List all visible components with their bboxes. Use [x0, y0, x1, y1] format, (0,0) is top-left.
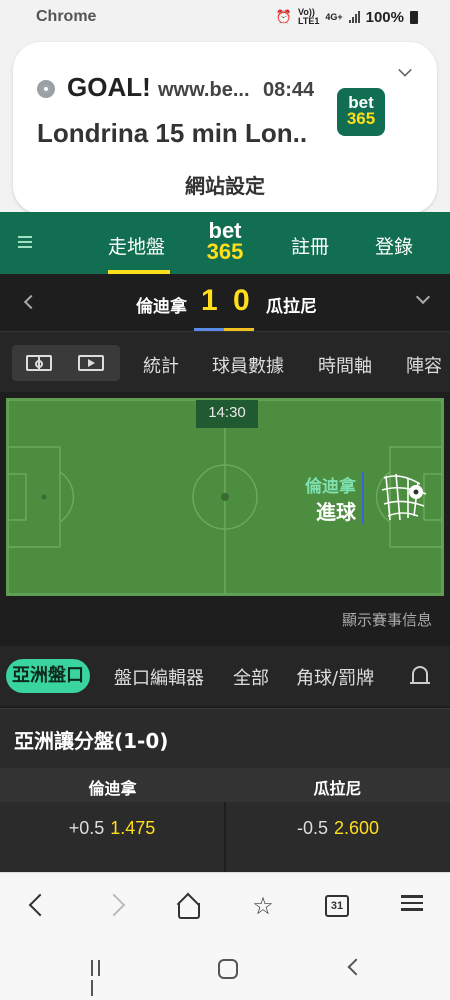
away-handicap: -0.5	[296, 818, 328, 838]
browser-home-icon[interactable]	[174, 893, 200, 919]
home-team: 倫迪拿	[136, 297, 187, 317]
market-column-headers: 倫迪拿 瓜拉尼	[0, 768, 450, 802]
column-home: 倫迪拿	[88, 779, 137, 798]
recent-apps-icon[interactable]	[91, 960, 111, 996]
browser-back-icon[interactable]	[24, 893, 50, 919]
away-color-bar	[224, 328, 254, 331]
system-home-icon[interactable]	[218, 959, 238, 979]
tab-lineup[interactable]: 陣容	[406, 352, 442, 378]
notification-body: Londrina 15 min Lon..	[37, 118, 308, 148]
volte-indicator: Vo)) LTE1	[298, 7, 320, 26]
score-bar: 倫迪拿 1 0 瓜拉尼	[0, 274, 450, 332]
system-navigation	[0, 938, 450, 1000]
bet365-notification-logo: bet 365	[337, 88, 385, 136]
show-match-info-link[interactable]: 顯示賽事信息	[342, 609, 432, 630]
tab-all[interactable]: 全部	[233, 664, 269, 690]
battery-icon	[410, 10, 418, 24]
battery-level: 100%	[365, 8, 404, 26]
bell-icon[interactable]	[410, 666, 430, 684]
browser-menu-icon[interactable]	[399, 891, 425, 917]
alarm-icon: ⏰	[275, 9, 293, 24]
tab-player-stats[interactable]: 球員數據	[212, 352, 284, 378]
browser-forward-icon[interactable]	[104, 893, 130, 919]
column-away: 瓜拉尼	[313, 779, 362, 798]
signal-icon	[348, 11, 360, 23]
market-title: 亞洲讓分盤(1-0)	[14, 729, 169, 753]
odds-row: +0.5 1.475 -0.5 2.600	[0, 802, 450, 872]
away-score: 0	[233, 284, 250, 317]
nav-register[interactable]: 註冊	[291, 232, 329, 259]
away-odds-button[interactable]: -0.5 2.600	[226, 818, 450, 839]
status-bar: Chrome ⏰ Vo)) LTE1 4G+ 100%	[0, 0, 450, 34]
notification-time: 08:44	[263, 79, 315, 101]
status-app-name: Chrome	[36, 8, 97, 25]
home-color-bar	[194, 328, 224, 331]
tab-bet-builder[interactable]: 盤口編輯器	[114, 664, 204, 690]
hamburger-menu-icon[interactable]	[18, 236, 32, 251]
goal-notification[interactable]: GOAL! www.be... 08:44 bet 365 Londrina 1…	[13, 42, 437, 214]
home-odds-button[interactable]: +0.5 1.475	[0, 818, 224, 839]
tab-corners-cards[interactable]: 角球/罰牌	[296, 664, 374, 690]
away-team: 瓜拉尼	[266, 297, 317, 317]
show-match-info: 顯示賽事信息	[0, 598, 450, 644]
match-tabs: 統計 球員數據 時間軸 陣容	[0, 332, 450, 392]
pitch-lines	[8, 400, 442, 594]
nav-live[interactable]: 走地盤	[108, 232, 165, 259]
notification-site: www.be...	[158, 79, 250, 101]
event-team: 倫迪拿	[305, 477, 356, 497]
tab-stats[interactable]: 統計	[143, 352, 179, 378]
tabs-button[interactable]: 31	[325, 895, 349, 917]
chrome-icon	[37, 80, 55, 98]
pitch-view-icon[interactable]	[26, 355, 52, 371]
nav-login[interactable]: 登錄	[375, 232, 413, 259]
market-header[interactable]: 亞洲讓分盤(1-0)	[0, 708, 450, 768]
event-team-color-bar	[362, 472, 364, 524]
browser-toolbar: ☆ 31	[0, 872, 450, 938]
system-back-icon[interactable]	[347, 958, 365, 976]
match-tracker-pitch: 14:30 倫迪拿 進球	[6, 398, 444, 596]
home-handicap: +0.5	[68, 818, 105, 838]
home-price: 1.475	[110, 818, 156, 838]
match-selector-chevron-icon[interactable]	[415, 289, 431, 305]
bet365-logo[interactable]: bet 365	[201, 220, 249, 263]
goal-net-ball-icon	[381, 473, 427, 521]
home-score: 1	[201, 284, 218, 317]
status-indicators: ⏰ Vo)) LTE1 4G+ 100%	[276, 8, 418, 26]
bookmark-star-icon[interactable]: ☆	[250, 893, 276, 919]
site-settings-button[interactable]: 網站設定	[13, 170, 437, 199]
tab-asian-handicap[interactable]: 亞洲盤口	[6, 659, 90, 693]
notification-shade: GOAL! www.be... 08:44 bet 365 Londrina 1…	[0, 34, 450, 214]
match-clock: 14:30	[196, 400, 258, 428]
top-navigation: 走地盤 bet 365 註冊 登錄	[0, 212, 450, 274]
expand-chevron-icon[interactable]	[398, 63, 412, 77]
view-toggle	[12, 345, 120, 381]
event-text: 進球	[316, 500, 356, 524]
market-tabs: 亞洲盤口 盤口編輯器 全部 角球/罰牌	[0, 646, 450, 706]
away-price: 2.600	[333, 818, 380, 838]
video-view-icon[interactable]	[78, 355, 104, 371]
notification-title: GOAL!	[67, 72, 151, 102]
network-type: 4G+	[325, 11, 343, 22]
back-chevron-icon[interactable]	[23, 294, 39, 310]
tab-timeline[interactable]: 時間軸	[318, 352, 372, 378]
